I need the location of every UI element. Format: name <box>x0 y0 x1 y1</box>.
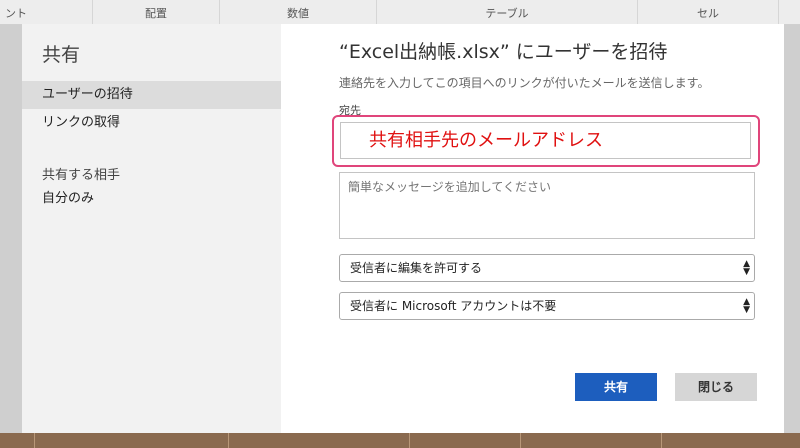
ribbon-group-font[interactable]: ント <box>0 0 93 24</box>
sheet-gridline <box>661 433 662 448</box>
sheet-gridline <box>409 433 410 448</box>
permission-select-value: 受信者に編集を許可する <box>350 261 483 275</box>
share-sidebar: 共有 ユーザーの招待 リンクの取得 共有する相手 自分のみ <box>22 24 281 433</box>
share-button[interactable]: 共有 <box>575 373 657 401</box>
ribbon-group-number[interactable]: 数値 <box>220 0 377 24</box>
account-select[interactable]: 受信者に Microsoft アカウントは不要 ▲ ▼ <box>339 292 755 320</box>
to-field-highlight: 共有相手先のメールアドレス <box>332 115 760 167</box>
ribbon-group-table[interactable]: テーブル <box>377 0 638 24</box>
select-arrows-icon: ▲ ▼ <box>743 297 750 315</box>
excel-ribbon: ント 配置 数値 テーブル セル <box>0 0 800 25</box>
ribbon-label-cell: セル <box>697 7 719 20</box>
invite-description: 連絡先を入力してこの項目へのリンクが付いたメールを送信します。 <box>339 76 710 90</box>
close-button[interactable]: 閉じる <box>675 373 757 401</box>
sidebar-item-get-link[interactable]: リンクの取得 <box>22 109 281 137</box>
message-input[interactable] <box>339 172 755 239</box>
ribbon-group-alignment[interactable]: 配置 <box>93 0 220 24</box>
ribbon-label-table: テーブル <box>485 7 529 20</box>
invite-title: “Excel出納帳.xlsx” にユーザーを招待 <box>339 41 668 63</box>
share-dialog: 共有 ユーザーの招待 リンクの取得 共有する相手 自分のみ “Excel出納帳.… <box>22 24 784 433</box>
sidebar-title: 共有 <box>42 44 81 66</box>
account-select-value: 受信者に Microsoft アカウントは不要 <box>350 299 557 313</box>
sheet-gridline <box>34 433 35 448</box>
shared-with-heading: 共有する相手 <box>42 168 121 183</box>
sheet-gridline <box>520 433 521 448</box>
ribbon-label-number: 数値 <box>287 7 309 20</box>
permission-select[interactable]: 受信者に編集を許可する ▲ ▼ <box>339 254 755 282</box>
to-input[interactable]: 共有相手先のメールアドレス <box>340 122 751 159</box>
sidebar-item-invite[interactable]: ユーザーの招待 <box>22 81 281 109</box>
ribbon-group-cell[interactable]: セル <box>638 0 779 24</box>
sheet-area <box>0 433 800 448</box>
sheet-gridline <box>228 433 229 448</box>
ribbon-label-alignment: 配置 <box>145 7 167 20</box>
select-arrows-icon: ▲ ▼ <box>743 259 750 277</box>
shared-with-value: 自分のみ <box>42 191 95 206</box>
ribbon-label-font: ント <box>5 7 27 20</box>
